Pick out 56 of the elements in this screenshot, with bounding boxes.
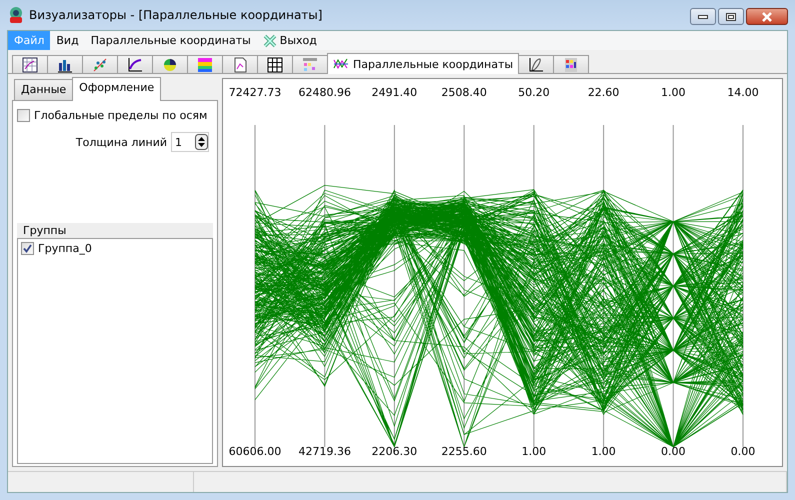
group-title: Группы <box>17 223 213 238</box>
axis-max-label: 22.60 <box>588 86 620 99</box>
menu-item[interactable]: Параллельные координаты <box>84 31 257 50</box>
axis-min-label: 2206.30 <box>372 445 418 458</box>
minimize-icon <box>698 14 708 18</box>
panel-tab[interactable]: Оформление <box>72 77 162 101</box>
toolbar-tab[interactable] <box>47 55 83 73</box>
axis-max-label: 2508.40 <box>441 86 487 99</box>
minimize-button[interactable] <box>690 8 716 25</box>
maximize-button[interactable] <box>718 8 744 25</box>
checkbox[interactable] <box>21 242 34 255</box>
table-icon <box>267 56 283 72</box>
toolbar-tab[interactable] <box>518 55 554 73</box>
toolbar-tab[interactable]: Параллельные координаты <box>327 53 520 74</box>
axis-max-label: 2491.40 <box>372 86 418 99</box>
checkbox-label: Глобальные пределы по осям <box>34 109 208 122</box>
axis-min-label: 1.00 <box>591 445 616 458</box>
scatter-icon <box>92 56 108 72</box>
axis-min-label: 42719.36 <box>298 445 351 458</box>
toolbar-tab[interactable] <box>152 55 188 73</box>
field-label: Толщина линий <box>76 136 167 148</box>
menu-item[interactable]: Выход <box>256 31 323 50</box>
app-logo-icon <box>7 6 25 24</box>
axis-min-label: 0.00 <box>661 445 686 458</box>
toolbar-tab[interactable] <box>222 55 258 73</box>
axis-max-label: 62480.96 <box>298 86 351 99</box>
spin-field[interactable]: 1 <box>171 132 209 152</box>
color-grid-icon <box>563 56 580 72</box>
color-grid-icon <box>302 56 318 72</box>
window-title: Визуализаторы - [Параллельные координаты] <box>29 8 322 22</box>
axis-min-label: 2255.60 <box>441 445 487 458</box>
axis-max-label: 72427.73 <box>228 86 282 99</box>
axis-max-label: 50.20 <box>518 86 550 99</box>
close-button[interactable] <box>746 8 788 25</box>
close-cross-icon <box>262 34 277 48</box>
grid-chart-icon <box>22 56 38 72</box>
spin-arrows-icon[interactable] <box>195 134 208 150</box>
pie-chart-icon <box>162 56 178 72</box>
axis-min-label: 60606.00 <box>228 445 282 458</box>
close-icon <box>761 12 773 22</box>
panel-tab[interactable]: Данные <box>14 79 74 100</box>
checkbox[interactable] <box>17 109 30 122</box>
curve-chart-icon <box>528 56 544 72</box>
toolbar-tab[interactable] <box>257 55 293 73</box>
axis-min-label: 1.00 <box>522 445 546 458</box>
document-chart-icon <box>232 56 248 72</box>
curve-chart-icon <box>127 56 143 72</box>
menu-item[interactable]: Вид <box>50 31 85 50</box>
axis-max-label: 14.00 <box>727 86 759 99</box>
toolbar-tab[interactable] <box>117 55 153 73</box>
list-item[interactable]: Группа_0 <box>38 242 92 255</box>
axis-min-label: 0.00 <box>730 445 756 458</box>
axis-max-label: 1.00 <box>661 86 686 99</box>
toolbar-tab[interactable] <box>12 55 48 73</box>
color-bands-icon <box>197 56 213 72</box>
maximize-icon <box>726 12 736 20</box>
